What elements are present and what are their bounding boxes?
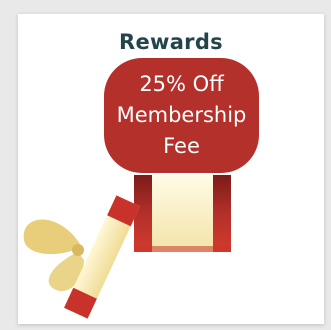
rewards-card[interactable]: Rewards 25% Off Membership Fee bbox=[18, 14, 324, 324]
gift-box-icon bbox=[134, 175, 231, 252]
ribbon-bow-icon bbox=[23, 219, 84, 292]
gift-box-illustration bbox=[23, 175, 231, 319]
